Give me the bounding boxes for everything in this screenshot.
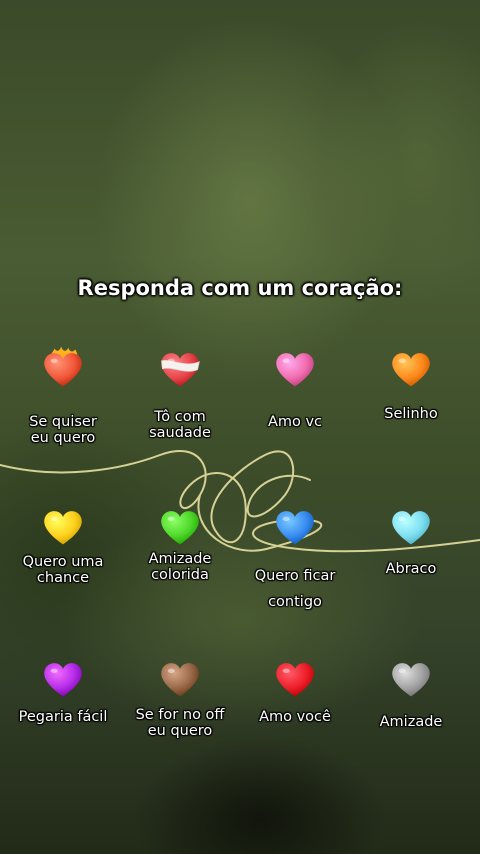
heart-option-label-line: Quero uma <box>22 554 104 570</box>
mending-heart-icon <box>161 353 200 387</box>
heart-option[interactable]: Tô com saudade <box>122 345 238 441</box>
heart-option-label-line: Abraco <box>385 561 437 577</box>
heart-option-label-line: saudade <box>149 425 211 441</box>
heart-option-label-line: eu quero <box>147 723 213 739</box>
heart-option-label: Se quiser eu quero <box>5 414 121 446</box>
heart-option-label-line: Amo você <box>259 709 331 725</box>
heart-option-label-line: Selinho <box>384 406 438 422</box>
heart-option[interactable]: Pegaria fácil <box>5 655 121 725</box>
heart-option-label: Quero ficar contigo <box>237 563 353 615</box>
heart-option[interactable]: Amizade <box>353 655 469 730</box>
heart-option-label: Amo vc <box>237 414 353 430</box>
heart-option[interactable]: Quero uma chance <box>5 503 121 586</box>
heart-option-label: Amo você <box>237 709 353 725</box>
heart-option[interactable]: Abraco <box>353 503 469 577</box>
heart-option-label: Amizade colorida <box>122 551 238 583</box>
orange-heart-icon <box>392 353 430 387</box>
grey-heart-icon <box>392 663 430 697</box>
heart-on-fire-icon <box>44 346 82 387</box>
heart-option[interactable]: Quero ficar contigo <box>237 503 353 615</box>
page-title: Responda com um coração: <box>77 276 403 300</box>
red-heart-icon <box>276 663 314 697</box>
heart-option[interactable]: Selinho <box>353 345 469 422</box>
heart-option-label-line: eu quero <box>30 430 96 446</box>
light-blue-heart-icon <box>392 511 430 545</box>
heart-option-label-line: Se for no off <box>135 707 225 723</box>
heart-option[interactable]: Se quiser eu quero <box>5 345 121 446</box>
heart-option-label-line: chance <box>36 570 90 586</box>
pink-heart-icon <box>276 353 314 387</box>
heart-option-label: Selinho <box>353 406 469 422</box>
heart-option-label-line: colorida <box>151 567 209 583</box>
heart-option-label-line: Tô com <box>154 409 206 425</box>
purple-heart-icon <box>44 663 82 697</box>
heart-option-label: Se for no off eu quero <box>122 707 238 739</box>
green-heart-icon <box>161 511 199 545</box>
heart-option-label-line: Amo vc <box>267 414 323 430</box>
heart-option-label: Tô com saudade <box>122 409 238 441</box>
heart-option-label: Pegaria fácil <box>5 709 121 725</box>
brown-heart-icon <box>161 663 199 697</box>
heart-option[interactable]: Se for no off eu quero <box>122 655 238 739</box>
yellow-heart-icon <box>44 511 82 545</box>
heart-option-label-line: Se quiser <box>29 414 97 430</box>
heart-option-label: Amizade <box>353 714 469 730</box>
heart-option[interactable]: Amo vc <box>237 345 353 430</box>
heart-option-label: Abraco <box>353 561 469 577</box>
heart-option[interactable]: Amizade colorida <box>122 503 238 583</box>
heart-option-label-line: Amizade <box>148 551 212 567</box>
heart-option-label-line: contigo <box>268 594 322 610</box>
heart-option-label-line: Pegaria fácil <box>18 709 108 725</box>
heart-option[interactable]: Amo você <box>237 655 353 725</box>
heart-option-label-line: Quero ficar <box>254 568 336 584</box>
heart-option-label: Quero uma chance <box>5 554 121 586</box>
blue-heart-icon <box>276 511 314 545</box>
heart-option-label-line: Amizade <box>379 714 443 730</box>
